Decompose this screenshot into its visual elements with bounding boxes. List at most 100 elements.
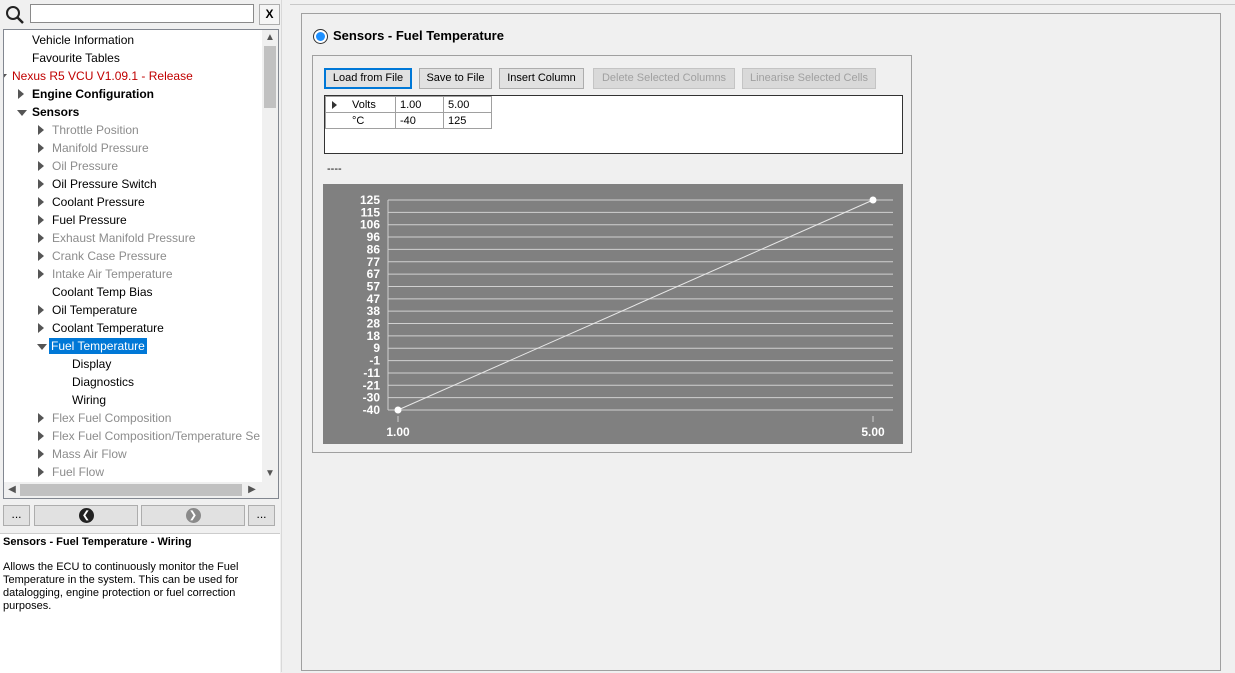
tree-item[interactable]: Coolant Temperature bbox=[4, 319, 262, 337]
tree-item[interactable]: Vehicle Information bbox=[4, 31, 262, 49]
tree-item[interactable]: Fuel Flow bbox=[4, 463, 262, 481]
row-pointer-icon bbox=[332, 101, 337, 109]
tree-item[interactable]: Diagnostics bbox=[4, 373, 262, 391]
tree-item-label: Mass Air Flow bbox=[52, 447, 127, 461]
tree-item-label: Nexus R5 VCU V1.09.1 - Release bbox=[12, 69, 193, 83]
tree-item[interactable]: Intake Air Temperature bbox=[4, 265, 262, 283]
tree-item-label: Fuel Pressure bbox=[52, 213, 127, 227]
tree-item-label: Wiring bbox=[72, 393, 107, 407]
scroll-up-icon[interactable]: ▲ bbox=[262, 30, 278, 46]
nav-more-left-button[interactable]: ... bbox=[3, 505, 30, 526]
tree-item-label: Oil Temperature bbox=[52, 303, 138, 317]
panel-splitter[interactable] bbox=[281, 0, 290, 672]
tree-item[interactable]: Oil Temperature bbox=[4, 301, 262, 319]
grid-row-volts: Volts 1.00 5.00 bbox=[325, 96, 492, 113]
delete-selected-columns-button[interactable]: Delete Selected Columns bbox=[593, 68, 735, 89]
tree-item[interactable]: Display bbox=[4, 355, 262, 373]
expand-right-icon[interactable] bbox=[18, 89, 24, 99]
expand-right-icon[interactable] bbox=[38, 449, 44, 459]
grid-cell[interactable]: 1.00 bbox=[395, 96, 444, 113]
tree-item[interactable]: Flex Fuel Composition/Temperature Se bbox=[4, 427, 262, 445]
calibration-chart[interactable]: 125 115 106 96 86 77 67 57 47 38 28 18 9 -1 -11 -21 -30-… bbox=[323, 184, 903, 444]
expand-right-icon[interactable] bbox=[38, 323, 44, 333]
search-input[interactable] bbox=[30, 4, 254, 23]
tree-item[interactable]: Crank Case Pressure bbox=[4, 247, 262, 265]
tree-item-label: Manifold Pressure bbox=[52, 141, 149, 155]
expand-down-icon[interactable] bbox=[4, 74, 7, 80]
expand-right-icon[interactable] bbox=[38, 431, 44, 441]
scroll-right-icon[interactable]: ▶ bbox=[244, 482, 260, 498]
top-tabstrip bbox=[290, 0, 1235, 5]
tree-item[interactable]: Mass Air Flow bbox=[4, 445, 262, 463]
expand-down-icon[interactable] bbox=[17, 110, 27, 116]
search-icon[interactable] bbox=[5, 5, 25, 25]
expand-right-icon[interactable] bbox=[38, 305, 44, 315]
grid-cell[interactable]: -40 bbox=[395, 112, 444, 129]
expand-right-icon[interactable] bbox=[38, 269, 44, 279]
grid-row-header[interactable]: Volts bbox=[325, 96, 396, 113]
tree-item[interactable]: Nexus R5 VCU V1.09.1 - Release bbox=[4, 67, 262, 85]
scroll-left-icon[interactable]: ◀ bbox=[4, 482, 20, 498]
tree-item-label: Vehicle Information bbox=[32, 33, 135, 47]
chart-y-tick-label: -40 bbox=[363, 403, 381, 417]
expand-right-icon[interactable] bbox=[38, 233, 44, 243]
tree-item[interactable]: Engine Configuration bbox=[4, 85, 262, 103]
expand-right-icon[interactable] bbox=[38, 161, 44, 171]
expand-right-icon[interactable] bbox=[38, 179, 44, 189]
tree-item-label: Fuel Temperature bbox=[49, 338, 147, 354]
grid-cell[interactable]: 5.00 bbox=[443, 96, 492, 113]
nav-more-right-button[interactable]: ... bbox=[248, 505, 275, 526]
expand-right-icon[interactable] bbox=[38, 251, 44, 261]
tree-vertical-scrollbar[interactable]: ▲ ▼ bbox=[262, 30, 278, 482]
scroll-down-icon[interactable]: ▼ bbox=[262, 466, 278, 482]
tree-item[interactable]: Throttle Position bbox=[4, 121, 262, 139]
chart-x-tick-label: 1.00 bbox=[386, 425, 410, 439]
save-to-file-button[interactable]: Save to File bbox=[419, 68, 492, 89]
main-content: Sensors - Fuel Temperature Load from Fil… bbox=[290, 0, 1235, 672]
scroll-thumb-horizontal[interactable] bbox=[20, 484, 242, 496]
forward-arrow-icon: ❯ bbox=[185, 508, 201, 523]
tree-item-label: Oil Pressure Switch bbox=[52, 177, 157, 191]
status-text: ---- bbox=[327, 163, 342, 175]
nav-back-button[interactable]: ❮ bbox=[34, 505, 138, 526]
search-clear-button[interactable]: X bbox=[259, 4, 280, 25]
load-from-file-button[interactable]: Load from File bbox=[324, 68, 412, 89]
tree-item[interactable]: Fuel Pressure bbox=[4, 211, 262, 229]
grid-row-header[interactable]: °C bbox=[325, 112, 396, 129]
expand-right-icon[interactable] bbox=[38, 215, 44, 225]
tree-item[interactable]: Oil Pressure Switch bbox=[4, 175, 262, 193]
expand-right-icon[interactable] bbox=[38, 413, 44, 423]
expand-down-icon[interactable] bbox=[37, 344, 47, 350]
section-title: Sensors - Fuel Temperature bbox=[333, 28, 504, 43]
tree-item-label: Exhaust Manifold Pressure bbox=[52, 231, 196, 245]
tree-item-label: Coolant Temperature bbox=[52, 321, 164, 335]
tree-item[interactable]: Oil Pressure bbox=[4, 157, 262, 175]
tree-item[interactable]: Fuel Temperature bbox=[4, 337, 262, 355]
tree-item[interactable]: Coolant Pressure bbox=[4, 193, 262, 211]
expand-right-icon[interactable] bbox=[38, 143, 44, 153]
section-radio-icon[interactable] bbox=[313, 29, 328, 44]
tree-items: Vehicle Information Favourite Tables Nexus… bbox=[4, 30, 262, 482]
tree-item-label: Throttle Position bbox=[52, 123, 139, 137]
expand-right-icon[interactable] bbox=[38, 125, 44, 135]
data-grid[interactable]: Volts 1.00 5.00 °C -40 125 bbox=[324, 95, 903, 154]
tree-item[interactable]: Sensors bbox=[4, 103, 262, 121]
tree-item[interactable]: Manifold Pressure bbox=[4, 139, 262, 157]
tree-item[interactable]: Wiring bbox=[4, 391, 262, 409]
tree-item-label: Crank Case Pressure bbox=[52, 249, 167, 263]
insert-column-button[interactable]: Insert Column bbox=[499, 68, 584, 89]
tree-item[interactable]: Exhaust Manifold Pressure bbox=[4, 229, 262, 247]
grid-cell[interactable]: 125 bbox=[443, 112, 492, 129]
nav-forward-button[interactable]: ❯ bbox=[141, 505, 245, 526]
tree-item[interactable]: Coolant Temp Bias bbox=[4, 283, 262, 301]
linearise-selected-cells-button[interactable]: Linearise Selected Cells bbox=[742, 68, 876, 89]
expand-right-icon[interactable] bbox=[38, 197, 44, 207]
chart-svg: 1251151069686776757473828189-1-11-21-30-… bbox=[360, 193, 893, 439]
expand-right-icon[interactable] bbox=[38, 467, 44, 477]
scroll-thumb[interactable] bbox=[264, 46, 276, 108]
tree-horizontal-scrollbar[interactable]: ◀ ▶ bbox=[4, 482, 278, 498]
tree-view[interactable]: Vehicle Information Favourite Tables Nexus… bbox=[3, 29, 279, 499]
tree-item[interactable]: Flex Fuel Composition bbox=[4, 409, 262, 427]
chart-data-point bbox=[869, 196, 877, 204]
tree-item[interactable]: Favourite Tables bbox=[4, 49, 262, 67]
